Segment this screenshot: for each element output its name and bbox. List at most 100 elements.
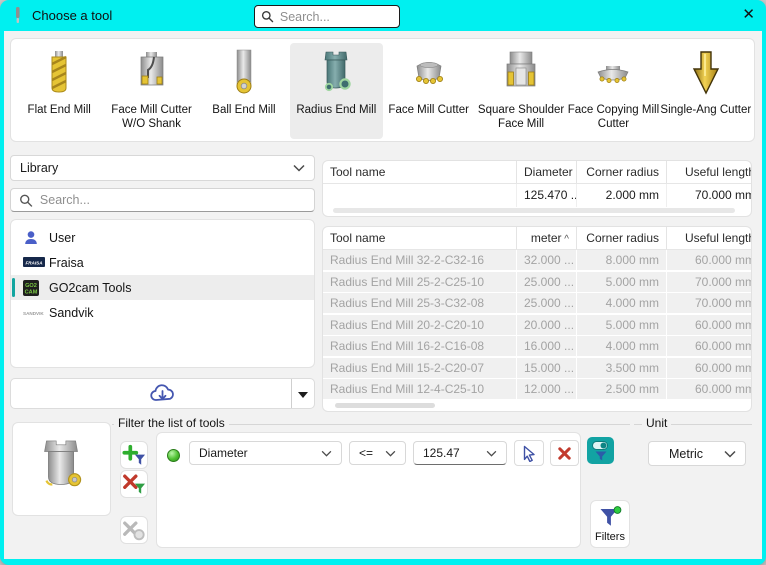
remove-filter-button[interactable] [120, 470, 148, 498]
tool-type-face-mill-wo-shank[interactable]: Face Mill Cutter W/O Shank [105, 43, 197, 139]
filter-value-combobox[interactable]: 125.47 [413, 441, 507, 465]
single-angle-cutter-icon [682, 46, 730, 102]
table-cell: 5.000 mm [577, 315, 667, 335]
tool-window-icon [14, 7, 22, 24]
tool-type-label: Face Mill Cutter [388, 103, 469, 117]
filter-operator-dropdown[interactable]: <= [349, 441, 406, 465]
unit-dropdown[interactable]: Metric [648, 441, 746, 466]
tool-type-flat-end-mill[interactable]: Flat End Mill [13, 43, 105, 139]
library-search-box[interactable] [10, 188, 315, 212]
library-item-user[interactable]: User [11, 225, 314, 250]
table-cell: 60.000 mm [667, 250, 752, 270]
close-icon[interactable]: ✕ [742, 6, 755, 24]
column-header[interactable]: Useful length [667, 227, 752, 249]
column-header[interactable]: Useful length [667, 161, 752, 183]
title-search-box[interactable] [254, 5, 400, 28]
tool-type-label: Ball End Mill [212, 103, 275, 117]
titlebar: Choose a tool ✕ [0, 0, 766, 31]
horizontal-scrollbar[interactable] [335, 403, 435, 408]
clear-filters-button-disabled [120, 516, 148, 544]
chevron-down-icon [321, 450, 332, 457]
cursor-pointer-icon [521, 445, 537, 462]
table-cell: 15.000 ... [517, 358, 577, 378]
tool-type-label: Square Shoulder Face Mill [475, 103, 567, 132]
filter-field-value: Diameter [199, 446, 248, 460]
table-cell [323, 184, 517, 207]
tool-type-radius-end-mill[interactable]: Radius End Mill [290, 43, 382, 139]
library-search-input[interactable] [40, 193, 306, 207]
tool-type-label: Face Copying Mill Cutter [567, 103, 659, 132]
window-title: Choose a tool [32, 8, 112, 23]
table-cell: Radius End Mill 12-4-C25-10 [323, 379, 517, 399]
library-item-label: Sandvik [49, 306, 93, 320]
library-item-sandvik[interactable]: SANDVIK Sandvik [11, 300, 314, 325]
table-cell: Radius End Mill 20-2-C20-10 [323, 315, 517, 335]
tool-type-face-mill-cutter[interactable]: Face Mill Cutter [383, 43, 475, 139]
title-search-input[interactable] [280, 10, 393, 24]
column-header[interactable]: Corner radius [577, 227, 667, 249]
horizontal-scrollbar[interactable] [333, 208, 735, 213]
dropdown-arrow-icon[interactable] [298, 392, 308, 398]
search-icon [19, 193, 33, 208]
tool-type-ball-end-mill[interactable]: Ball End Mill [198, 43, 290, 139]
chevron-down-icon [293, 164, 305, 172]
svg-text:SANDVIK: SANDVIK [23, 311, 44, 316]
remove-filter-icon [122, 473, 146, 496]
user-icon [23, 230, 49, 245]
table-cell: 60.000 mm [667, 336, 752, 356]
library-dropdown-value: Library [20, 161, 58, 175]
table-cell: Radius End Mill 16-2-C16-08 [323, 336, 517, 356]
table-cell: 70.000 mm [667, 293, 752, 313]
library-dropdown[interactable]: Library [10, 155, 315, 181]
sort-ascending-icon: ^ [562, 234, 569, 245]
svg-text:CAM: CAM [25, 289, 38, 295]
tool-list-table: Tool namemeter ^Corner radiusUseful leng… [322, 226, 752, 412]
table-cell: 60.000 mm [667, 315, 752, 335]
chevron-down-icon [486, 450, 497, 457]
table-row[interactable]: Radius End Mill 12-4-C25-1012.000 ...2.5… [323, 379, 752, 399]
tool-type-square-shoulder-face-mill[interactable]: Square Shoulder Face Mill [475, 43, 567, 139]
column-header[interactable]: meter ^ [517, 227, 577, 249]
pick-value-button[interactable] [514, 440, 544, 466]
table-row[interactable]: Radius End Mill 25-3-C32-0825.000 ...4.0… [323, 293, 752, 313]
table-row[interactable]: Radius End Mill 15-2-C20-0715.000 ...3.5… [323, 358, 752, 378]
delete-filter-row-button[interactable] [550, 440, 579, 466]
toggle-filter-button[interactable] [587, 437, 614, 464]
table-row[interactable]: Radius End Mill 16-2-C16-0816.000 ...4.0… [323, 336, 752, 356]
go2cam-logo: GO2CAM [23, 280, 49, 296]
library-item-label: Fraisa [49, 256, 84, 270]
filter-group-box: Filter the list of tools [112, 424, 630, 425]
tool-type-face-copying-mill-cutter[interactable]: Face Copying Mill Cutter [567, 43, 659, 139]
column-header[interactable]: Corner radius [577, 161, 667, 183]
table-row[interactable]: Radius End Mill 20-2-C20-1020.000 ...5.0… [323, 315, 752, 335]
fraisa-logo: FRAISA [23, 257, 49, 268]
face-mill-cutter-icon [405, 46, 453, 102]
table-row[interactable]: Radius End Mill 25-2-C25-1025.000 ...5.0… [323, 272, 752, 292]
download-library-split-button[interactable] [10, 378, 315, 409]
column-header[interactable]: Tool name [323, 227, 517, 249]
toggle-filter-icon [591, 440, 611, 461]
unit-group-box: Unit [634, 424, 752, 425]
tool-type-label: Flat End Mill [28, 103, 91, 117]
column-header[interactable]: Diameter [517, 161, 577, 183]
table-cell: 3.500 mm [577, 358, 667, 378]
cloud-download-icon [149, 383, 177, 410]
filters-button[interactable]: Filters [590, 500, 630, 548]
table-cell: 70.000 mm [667, 272, 752, 292]
table-cell: Radius End Mill 25-3-C32-08 [323, 293, 517, 313]
table-cell: 12.000 ... [517, 379, 577, 399]
library-item-fraisa[interactable]: FRAISA Fraisa [11, 250, 314, 275]
table-row[interactable]: Radius End Mill 32-2-C32-1632.000 ...8.0… [323, 250, 752, 270]
column-header[interactable]: Tool name [323, 161, 517, 183]
table-cell: 20.000 ... [517, 315, 577, 335]
tool-type-single-angle-cutter[interactable]: Single-Ang Cutter [660, 43, 752, 139]
filter-field-dropdown[interactable]: Diameter [189, 441, 342, 465]
table-row[interactable]: 125.470 ...2.000 mm70.000 mm [323, 184, 752, 207]
table-cell: Radius End Mill 25-2-C25-10 [323, 272, 517, 292]
table-cell: 5.000 mm [577, 272, 667, 292]
filters-button-label: Filters [595, 531, 625, 543]
library-item-go2cam-tools[interactable]: GO2CAM GO2cam Tools [11, 275, 314, 300]
dialog-body: Flat End Mill Face Mill Cutter W/O Shank… [4, 31, 762, 559]
table-cell: 60.000 mm [667, 358, 752, 378]
add-filter-button[interactable] [120, 441, 148, 469]
